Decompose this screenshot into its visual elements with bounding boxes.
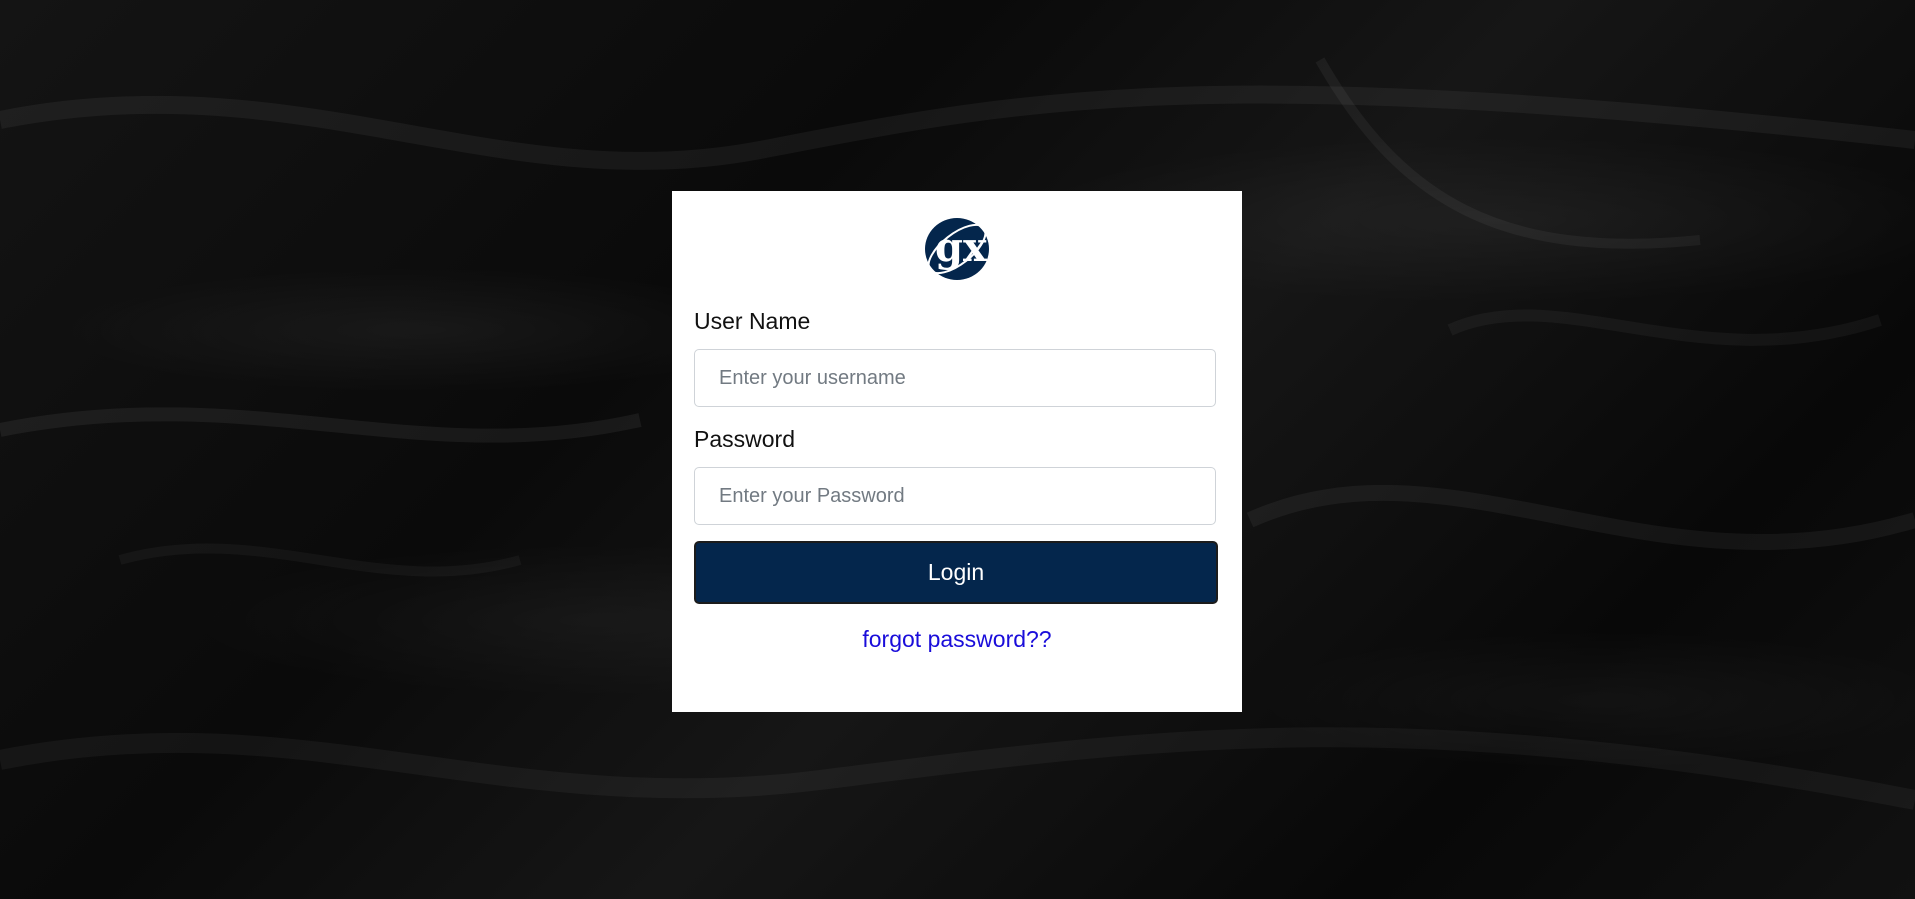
gx-globe-logo-icon: gx <box>925 218 989 280</box>
logo-lettering: gx <box>935 224 988 271</box>
username-label: User Name <box>694 308 811 334</box>
username-input[interactable] <box>694 349 1216 407</box>
password-label: Password <box>694 426 795 452</box>
forgot-password-link[interactable]: forgot password?? <box>862 626 1051 652</box>
login-card: gx User Name Password Login forgot passw… <box>672 191 1242 712</box>
logo-container: gx <box>694 191 1220 306</box>
login-button[interactable]: Login <box>694 541 1218 604</box>
password-input[interactable] <box>694 467 1216 525</box>
forgot-password-container: forgot password?? <box>694 626 1220 653</box>
